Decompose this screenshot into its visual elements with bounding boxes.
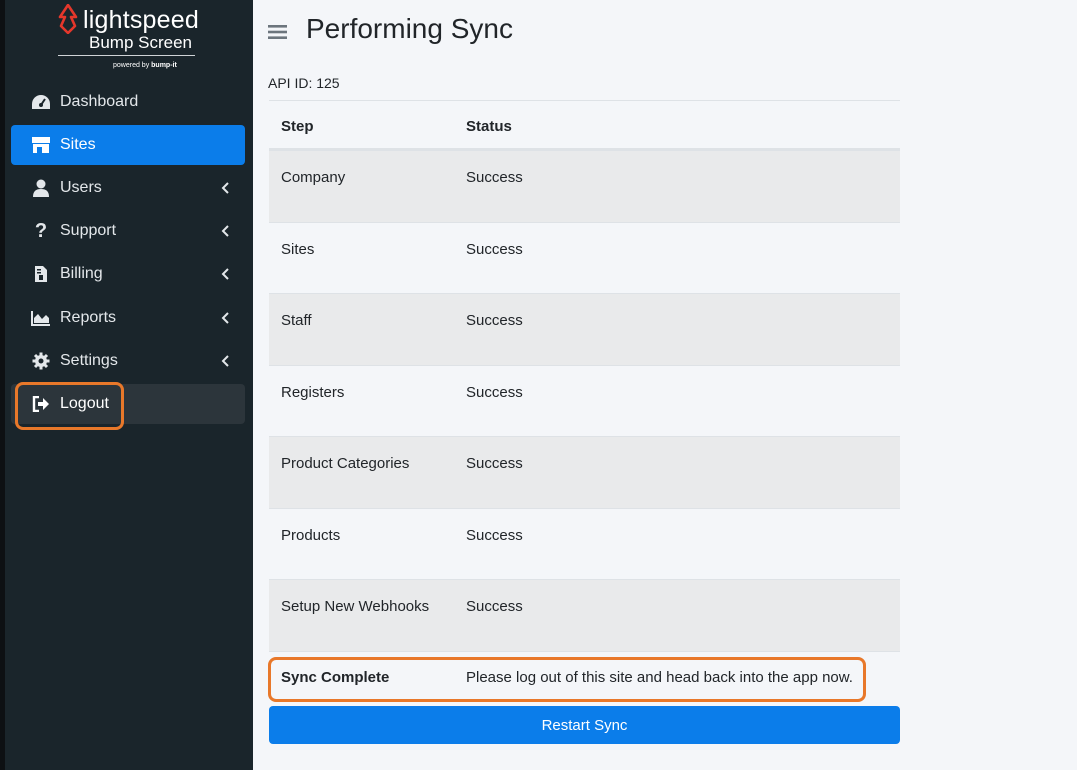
status-cell: Success [466,169,523,186]
table-header-row: Step Status [269,100,900,150]
sidebar-item-settings[interactable]: Settings [11,341,245,381]
chevron-left-icon [219,221,231,241]
menu-toggle-icon[interactable] [268,24,287,45]
brand-name: lightspeed [83,6,199,34]
area-chart-icon [31,308,51,328]
status-cell: Success [466,598,523,615]
logout-highlight-outline [15,382,124,430]
sidebar-item-label: Billing [60,265,103,282]
sidebar-item-label: Sites [60,136,96,153]
table-row: Products Success [269,507,900,579]
user-icon [31,178,51,198]
chevron-left-icon [219,178,231,198]
lightspeed-flame-icon [58,4,78,34]
step-cell: Company [281,169,346,186]
chevron-left-icon [219,308,231,328]
step-cell: Registers [281,383,345,401]
column-header-status: Status [466,118,512,135]
sidebar-item-label: Reports [60,309,117,326]
sidebar-item-billing[interactable]: Billing [11,254,245,294]
column-header-step: Step [281,118,314,135]
chevron-left-icon [219,351,231,371]
status-cell: Success [466,455,523,472]
sidebar-item-label: Dashboard [60,93,139,110]
status-cell: Success [466,240,523,258]
table-row: Registers Success [269,364,900,436]
api-id: API ID: 125 [268,75,340,91]
step-cell: Staff [281,312,312,329]
step-cell: Products [281,526,341,544]
chevron-left-icon [219,264,231,284]
step-cell: Product Categories [281,455,410,472]
step-cell: Setup New Webhooks [281,598,430,615]
table-row: Company Success [269,150,900,222]
sidebar-item-users[interactable]: Users [11,168,245,208]
sidebar-item-label: Settings [60,352,118,369]
powered-by: powered by bump-it [113,62,177,69]
question-icon: ? [34,219,48,242]
store-icon [31,135,51,155]
status-cell: Success [466,383,523,401]
sync-steps-table: Step Status Company Success Sites Succes… [269,100,900,700]
table-row: Setup New Webhooks Success [269,579,900,651]
sidebar-item-label: Support [60,222,117,239]
sidebar-item-reports[interactable]: Reports [11,298,245,338]
table-row: Staff Success [269,293,900,365]
status-cell: Success [466,526,523,544]
step-cell: Sites [281,240,315,258]
table-row: Product Categories Success [269,436,900,508]
restart-sync-button[interactable]: Restart Sync [269,706,900,744]
brand-divider [58,55,195,56]
dashboard-gauge-icon [31,92,51,112]
invoice-icon [31,264,51,284]
sidebar-item-support[interactable]: ? Support [11,211,245,251]
brand-logo[interactable]: lightspeed Bump Screen powered by bump-i… [5,0,253,86]
page-title: Performing Sync [306,13,513,44]
sync-complete-highlight-outline [268,657,866,702]
table-row: Sites Success [269,221,900,293]
status-cell: Success [466,312,523,329]
sidebar-item-label: Users [60,179,102,196]
sidebar-item-dashboard[interactable]: Dashboard [11,82,245,122]
sidebar-item-sites[interactable]: Sites [11,125,245,165]
gear-icon [31,351,51,371]
brand-product: Bump Screen [89,33,192,52]
